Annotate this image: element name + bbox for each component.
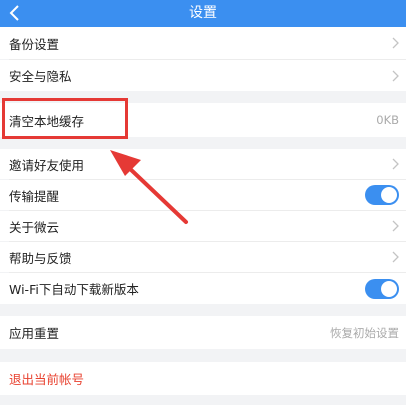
page-title: 设置	[189, 5, 217, 21]
row-label: 安全与隐私	[9, 69, 72, 84]
transfer-reminder-row: 传输提醒	[0, 180, 406, 210]
chevron-right-icon	[392, 37, 399, 49]
chevron-right-icon	[392, 70, 399, 81]
wifi-auto-update-toggle[interactable]	[365, 278, 399, 299]
chevron-right-icon	[392, 158, 399, 170]
toggle-knob	[381, 187, 397, 203]
row-label: 传输提醒	[9, 188, 60, 204]
row-label: Wi-Fi下自动下载新版本	[9, 282, 139, 297]
chevron-right-icon	[392, 251, 399, 263]
security-privacy-row[interactable]: 安全与隐私	[0, 60, 406, 91]
logout-label: 退出当前帐号	[9, 372, 85, 387]
reset-hint: 恢复初始设置	[330, 325, 399, 340]
toggle-knob	[381, 280, 397, 297]
cache-size: 0KB	[376, 113, 399, 127]
about-weiyun-row[interactable]: 关于微云	[0, 211, 406, 241]
transfer-reminder-toggle[interactable]	[365, 185, 399, 205]
wifi-auto-update-row: Wi-Fi下自动下载新版本	[0, 273, 406, 304]
row-label: 帮助与反馈	[9, 250, 72, 266]
highlight-box	[2, 98, 128, 139]
backup-settings-row[interactable]: 备份设置	[0, 27, 406, 59]
title-bar: 设置	[0, 0, 406, 27]
invite-friends-row[interactable]: 邀请好友使用	[0, 149, 406, 179]
row-label: 应用重置	[9, 326, 60, 341]
chevron-right-icon	[392, 220, 399, 232]
settings-screen: 设置 备份设置 安全与隐私 清空本地缓存 0KB 邀请好友使用 传输提醒 关于微…	[0, 0, 406, 405]
row-label: 关于微云	[9, 219, 60, 235]
logout-row[interactable]: 退出当前帐号	[0, 362, 406, 395]
help-feedback-row[interactable]: 帮助与反馈	[0, 242, 406, 272]
row-label: 备份设置	[9, 36, 60, 52]
row-label: 邀请好友使用	[9, 157, 85, 173]
app-reset-row[interactable]: 应用重置 恢复初始设置	[0, 316, 406, 349]
